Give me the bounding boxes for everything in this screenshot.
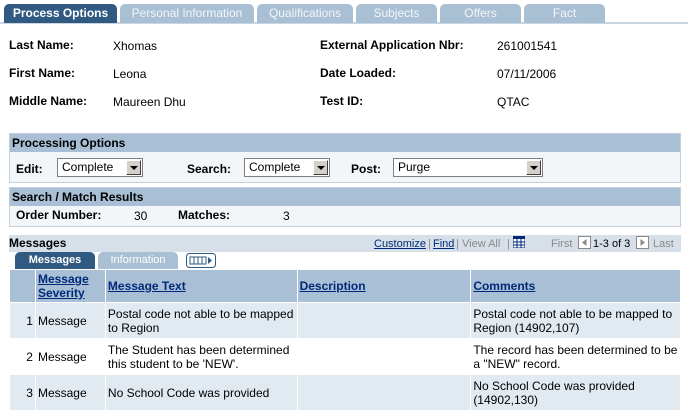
- chevron-down-icon[interactable]: [526, 160, 541, 175]
- order-number-label: Order Number:: [16, 208, 102, 222]
- cell-description: [296, 302, 472, 339]
- subtab-messages[interactable]: Messages: [15, 252, 95, 269]
- messages-header: Messages Customize | Find | View All | F…: [9, 235, 681, 252]
- page-tabs: Process Options Personal Information Qua…: [0, 4, 688, 24]
- matches-label: Matches:: [178, 208, 231, 222]
- cell-message-text: No School Code was provided: [104, 374, 298, 411]
- table-row: 2 Message The Student has been determine…: [9, 338, 681, 375]
- search-select-value: Complete: [249, 160, 301, 174]
- search-label: Search:: [187, 162, 232, 176]
- tab-process-options[interactable]: Process Options: [4, 4, 117, 23]
- test-id-value: QTAC: [497, 95, 530, 109]
- processing-options-title: Processing Options: [10, 134, 680, 152]
- edit-select[interactable]: Complete: [57, 158, 143, 177]
- external-application-value: 261001541: [497, 39, 558, 53]
- find-link[interactable]: Find: [433, 238, 454, 250]
- row-number-header: [9, 269, 36, 303]
- arrow-left-icon[interactable]: [578, 236, 591, 252]
- messages-title: Messages: [9, 236, 67, 250]
- first-link[interactable]: First: [551, 238, 572, 250]
- table-header-row: Message Severity Message Text Descriptio…: [9, 269, 681, 303]
- date-loaded-label: Date Loaded:: [320, 66, 397, 80]
- first-name-value: Leona: [113, 67, 147, 81]
- post-select-value: Purge: [398, 160, 431, 174]
- page-range: 1-3 of 3: [593, 238, 631, 250]
- post-label: Post:: [351, 162, 381, 176]
- tab-fact[interactable]: Fact: [524, 4, 605, 23]
- show-all-columns-icon[interactable]: [186, 253, 216, 268]
- test-id-label: Test ID:: [320, 94, 364, 108]
- processing-options-box: Processing Options Edit: Complete Search…: [9, 133, 681, 183]
- tab-qualifications[interactable]: Qualifications: [257, 4, 353, 23]
- cell-comments: No School Code was provided (14902,130): [470, 374, 681, 411]
- tab-subjects[interactable]: Subjects: [356, 4, 437, 23]
- external-application-label: External Application Nbr:: [320, 38, 464, 52]
- cell-description: [296, 338, 472, 375]
- tab-personal-information[interactable]: Personal Information: [120, 4, 254, 23]
- column-header-severity[interactable]: Message Severity: [34, 269, 106, 303]
- row-number: 3: [9, 374, 36, 411]
- table-row: 1 Message Postal code not able to be map…: [9, 302, 681, 339]
- search-match-title: Search / Match Results: [10, 188, 680, 206]
- cell-message-text: Postal code not able to be mapped to Reg…: [104, 302, 298, 339]
- cell-severity: Message: [34, 302, 106, 339]
- search-match-box: Search / Match Results Order Number: 30 …: [9, 187, 681, 227]
- middle-name-value: Maureen Dhu: [113, 95, 186, 109]
- search-select[interactable]: Complete: [244, 158, 330, 177]
- column-header-description[interactable]: Description: [296, 269, 472, 303]
- row-number: 2: [9, 338, 36, 375]
- tab-offers[interactable]: Offers: [440, 4, 521, 23]
- cell-severity: Message: [34, 374, 106, 411]
- view-all-link[interactable]: View All: [462, 238, 500, 250]
- messages-table: Message Severity Message Text Descriptio…: [9, 269, 681, 411]
- chevron-down-icon[interactable]: [313, 160, 328, 175]
- grid-icon[interactable]: [512, 235, 526, 251]
- last-name-label: Last Name:: [9, 38, 74, 52]
- middle-name-label: Middle Name:: [9, 94, 88, 108]
- last-link[interactable]: Last: [653, 238, 674, 250]
- customize-link[interactable]: Customize: [374, 238, 426, 250]
- date-loaded-value: 07/11/2006: [497, 67, 557, 81]
- cell-comments: The record has been determined to be a "…: [470, 338, 681, 375]
- last-name-value: Xhomas: [113, 39, 158, 53]
- chevron-down-icon[interactable]: [126, 160, 141, 175]
- cell-message-text: The Student has been determined this stu…: [104, 338, 298, 375]
- post-select[interactable]: Purge: [393, 158, 543, 177]
- column-header-message-text[interactable]: Message Text: [104, 269, 298, 303]
- edit-select-value: Complete: [62, 160, 114, 174]
- separator: |: [507, 238, 510, 250]
- separator: |: [428, 238, 431, 250]
- cell-severity: Message: [34, 338, 106, 375]
- first-name-label: First Name:: [9, 66, 76, 80]
- subtab-information[interactable]: Information: [98, 252, 178, 269]
- arrow-right-icon[interactable]: [636, 236, 649, 252]
- edit-label: Edit:: [16, 162, 43, 176]
- order-number-value: 30: [134, 209, 148, 223]
- cell-description: [296, 374, 472, 411]
- cell-comments: Postal code not able to be mapped to Reg…: [470, 302, 681, 339]
- separator: |: [456, 238, 459, 250]
- row-number: 1: [9, 302, 36, 339]
- matches-value: 3: [283, 209, 290, 223]
- table-row: 3 Message No School Code was provided No…: [9, 374, 681, 411]
- column-header-comments[interactable]: Comments: [470, 269, 681, 303]
